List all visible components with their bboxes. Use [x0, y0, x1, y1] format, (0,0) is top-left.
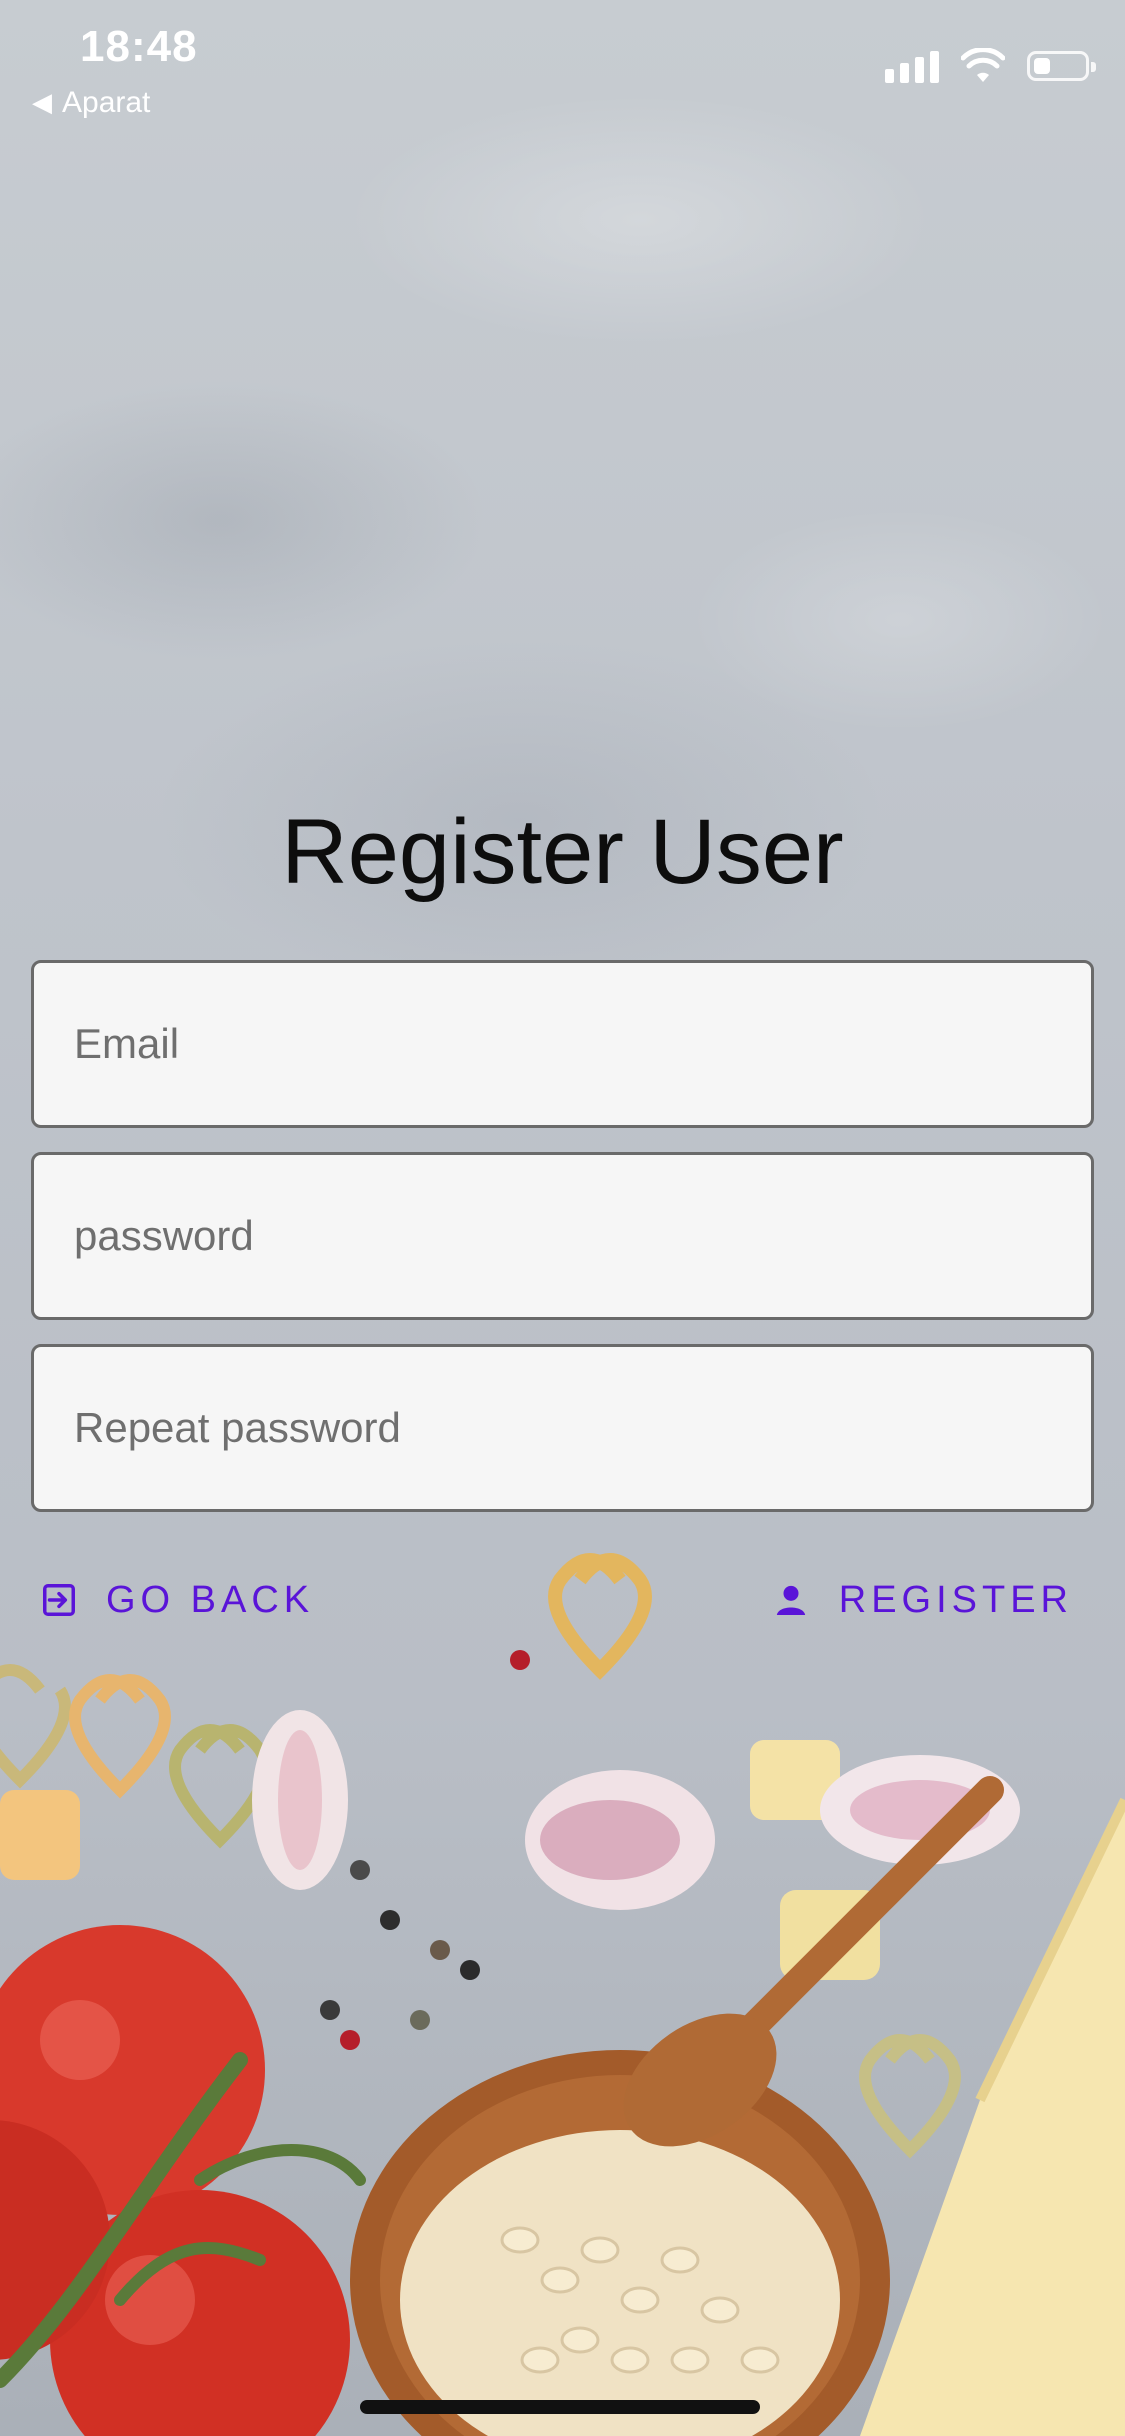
go-back-button[interactable]: GO BACK: [40, 1560, 314, 1640]
status-indicators: [885, 48, 1096, 84]
status-time: 18:48: [80, 22, 198, 71]
register-button[interactable]: REGISTER: [771, 1560, 1073, 1640]
cellular-signal-icon: [885, 49, 939, 83]
back-triangle-icon: ◀: [32, 86, 52, 117]
status-bar: 18:48 ◀ Aparat: [0, 0, 1125, 130]
password-field[interactable]: [31, 1152, 1094, 1320]
repeat-password-input[interactable]: [34, 1404, 1091, 1452]
food-illustration: [0, 1553, 1125, 2436]
back-app-label: Aparat: [62, 86, 151, 119]
email-input[interactable]: [34, 1020, 1091, 1068]
login-arrow-icon: [43, 1584, 75, 1616]
email-field[interactable]: [31, 960, 1094, 1128]
food-background-image: [0, 1540, 1125, 2436]
user-icon: [776, 1585, 805, 1615]
go-back-label: GO BACK: [106, 1578, 315, 1621]
battery-icon: [1027, 51, 1096, 81]
repeat-password-field[interactable]: [31, 1344, 1094, 1512]
register-label: REGISTER: [838, 1578, 1073, 1621]
page-title: Register User: [281, 801, 844, 903]
back-to-app-link[interactable]: ◀ Aparat: [32, 86, 150, 120]
wifi-icon: [961, 48, 1005, 82]
home-indicator[interactable]: [360, 2400, 760, 2414]
password-input[interactable]: [34, 1212, 1091, 1260]
